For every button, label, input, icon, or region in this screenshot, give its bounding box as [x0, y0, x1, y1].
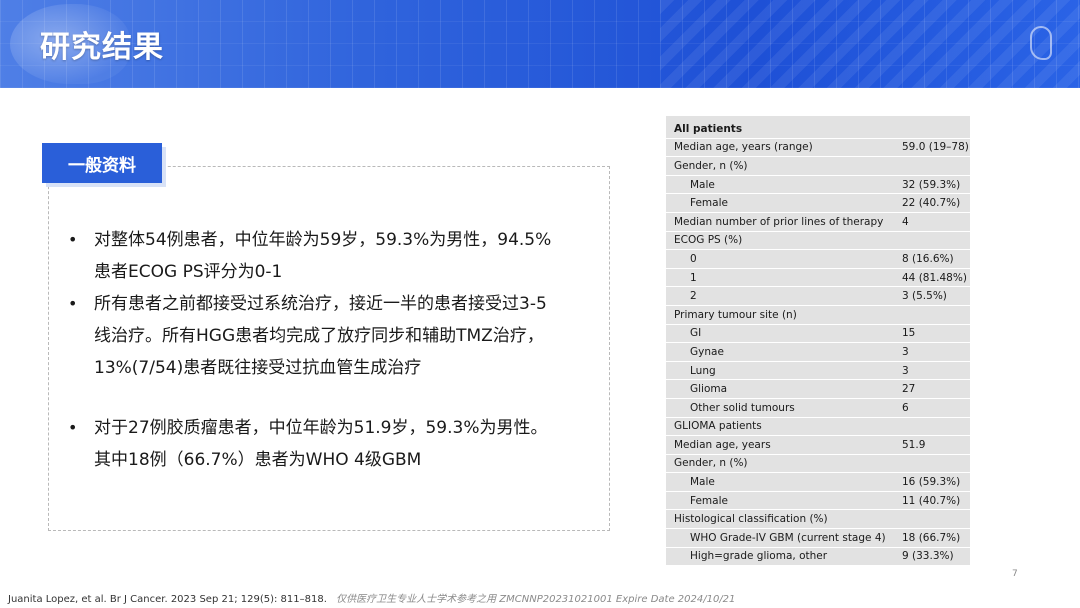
table-row-label: WHO Grade-IV GBM (current stage 4): [690, 531, 886, 544]
table-row-label: Gynae: [690, 345, 724, 358]
table-row-label: Male: [690, 476, 715, 489]
table-row-label: Gender, n (%): [674, 457, 748, 470]
table-row-label: Histological classification (%): [674, 513, 828, 526]
table-row-value: 51.9: [902, 438, 926, 451]
bullet-item: 对整体54例患者，中位年龄为59岁，59.3%为男性，94.5% 患者ECOG …: [64, 224, 584, 288]
table-row: Female 11 (40.7%): [666, 492, 970, 511]
table-row: Male 16 (59.3%): [666, 473, 970, 492]
table-row-value: 11 (40.7%): [902, 494, 961, 507]
page-title: 研究结果: [40, 30, 164, 65]
bullet-line: 患者ECOG PS评分为0-1: [94, 262, 283, 282]
table-row-label: Median number of prior lines of therapy: [674, 215, 884, 228]
bullet-line: 对于27例胶质瘤患者，中位年龄为51.9岁，59.3%为男性。: [94, 418, 548, 438]
table-row-label: Median age, years (range): [674, 141, 813, 154]
table-row-label: 1: [690, 271, 697, 284]
footer-disclaimer: 仅供医疗卫生专业人士学术参考之用 ZMCNNP20231021001 Expir…: [336, 594, 736, 605]
table-row: WHO Grade-IV GBM (current stage 4) 18 (66…: [666, 529, 970, 548]
footer: Juanita Lopez, et al. Br J Cancer. 2023 …: [8, 590, 735, 605]
table-row: ECOG PS (%): [666, 232, 970, 251]
banner-stripes: [660, 0, 1080, 88]
table-row-value: 59.0 (19–78): [902, 141, 969, 154]
table-row: Other solid tumours 6: [666, 399, 970, 418]
table-row-label: 2: [690, 290, 697, 303]
table-row: Median age, years 51.9: [666, 436, 970, 455]
bullet-list: 对整体54例患者，中位年龄为59岁，59.3%为男性，94.5% 患者ECOG …: [64, 224, 584, 476]
table-row: GI 15: [666, 325, 970, 344]
table-row: Histological classification (%): [666, 510, 970, 530]
table-row: Gynae 3: [666, 343, 970, 362]
table-row-value: 15: [902, 327, 916, 340]
table-row-value: 9 (33.3%): [902, 550, 954, 563]
table-row-value: 3 (5.5%): [902, 290, 947, 303]
ear-graphic-icon: [1030, 26, 1052, 60]
table-row-value: 22 (40.7%): [902, 197, 961, 210]
table-row-label: GLIOMA patients: [674, 420, 762, 433]
table-row-label: Lung: [690, 364, 716, 377]
table-row-value: 27: [902, 383, 916, 396]
bullet-line: 线治疗。所有HGG患者均完成了放疗同步和辅助TMZ治疗，: [94, 326, 544, 346]
table-row: Gender, n (%): [666, 157, 970, 176]
table-row-value: 4: [902, 215, 909, 228]
table-row-label: Other solid tumours: [690, 401, 795, 414]
table-row: Gender, n (%): [666, 455, 970, 474]
table-row: Primary tumour site (n): [666, 306, 970, 325]
table-row-label: All patients: [674, 122, 743, 135]
table-row: 1 44 (81.48%): [666, 269, 970, 288]
table-row-label: Median age, years: [674, 438, 771, 451]
table-row: GLIOMA patients: [666, 418, 970, 437]
table-row-value: 32 (59.3%): [902, 178, 961, 191]
table-row-value: 8 (16.6%): [902, 252, 954, 265]
table-row: Glioma 27: [666, 380, 970, 399]
table-row-label: Gender, n (%): [674, 159, 748, 172]
table-row: Male 32 (59.3%): [666, 176, 970, 195]
table-row-label: Primary tumour site (n): [674, 308, 797, 321]
table-row-label: GI: [690, 327, 702, 340]
table-row-label: Female: [690, 494, 728, 507]
table-row-value: 16 (59.3%): [902, 476, 961, 489]
table-row: Lung 3: [666, 362, 970, 381]
table-row-value: 18 (66.7%): [902, 531, 961, 544]
page-number: 7: [1012, 569, 1018, 579]
footer-citation: Juanita Lopez, et al. Br J Cancer. 2023 …: [8, 594, 327, 605]
bullet-item: 所有患者之前都接受过系统治疗，接近一半的患者接受过3-5 线治疗。所有HGG患者…: [64, 288, 584, 384]
table-row: 0 8 (16.6%): [666, 250, 970, 269]
table-row-value: 3: [902, 364, 909, 377]
bullet-item: 对于27例胶质瘤患者，中位年龄为51.9岁，59.3%为男性。 其中18例（66…: [64, 412, 584, 476]
header-banner: 研究结果: [0, 0, 1080, 88]
table-row: Median age, years (range) 59.0 (19–78): [666, 139, 970, 158]
table-row-value: 6: [902, 401, 909, 414]
section-tag: 一般资料: [42, 143, 162, 183]
table-row-label: Male: [690, 178, 715, 191]
table-row-label: ECOG PS (%): [674, 234, 743, 247]
table-row-label: High=grade glioma, other: [690, 550, 828, 563]
table-row: High=grade glioma, other 9 (33.3%): [666, 548, 970, 567]
table-row: Female 22 (40.7%): [666, 194, 970, 213]
table-row-label: 0: [690, 252, 697, 265]
bullet-line: 所有患者之前都接受过系统治疗，接近一半的患者接受过3-5: [94, 294, 547, 314]
bullet-line: 对整体54例患者，中位年龄为59岁，59.3%为男性，94.5%: [94, 230, 552, 250]
bullet-line: 其中18例（66.7%）患者为WHO 4级GBM: [94, 450, 422, 470]
patient-characteristics-table: All patients Median age, years (range) 59.…: [666, 116, 970, 567]
table-row: All patients: [666, 120, 970, 139]
bullet-line: 13%(7/54)患者既往接受过抗血管生成治疗: [94, 358, 422, 378]
table-row: Median number of prior lines of therapy 4: [666, 213, 970, 232]
table-row-value: 3: [902, 345, 909, 358]
table-row: 2 3 (5.5%): [666, 287, 970, 306]
table-row-label: Glioma: [690, 383, 728, 396]
table-row-value: 44 (81.48%): [902, 271, 967, 284]
table-row-label: Female: [690, 197, 728, 210]
